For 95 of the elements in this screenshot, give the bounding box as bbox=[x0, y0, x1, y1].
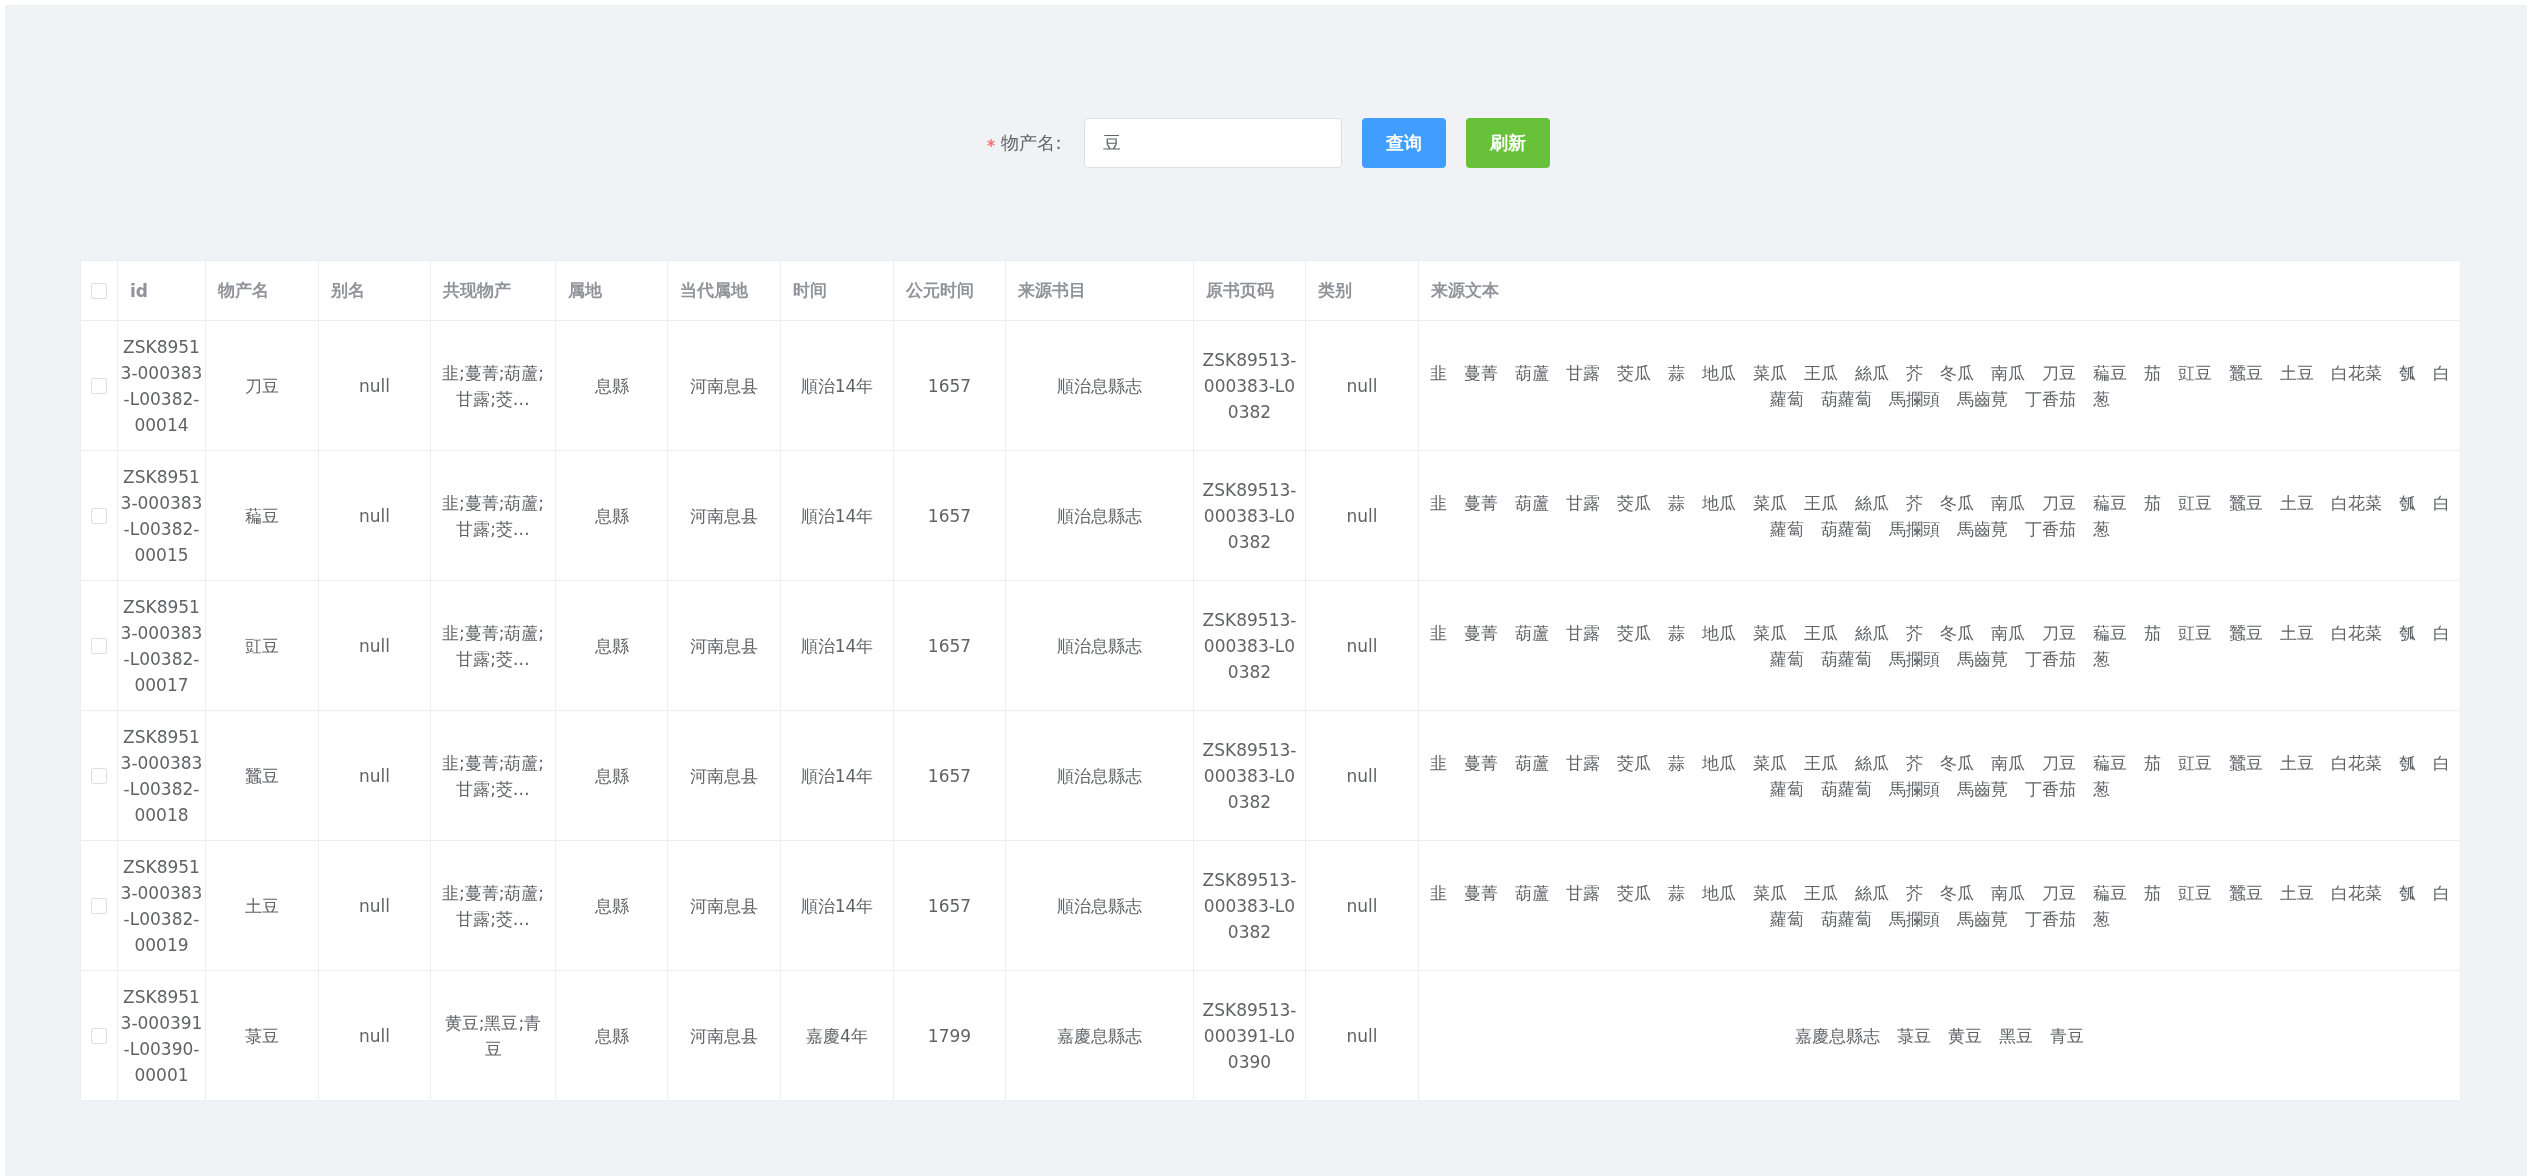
table-cell: 息縣 bbox=[555, 450, 668, 581]
search-field[interactable]: 豆 bbox=[1083, 118, 1342, 168]
table-cell: 韭;蔓菁;葫蘆;甘露;茭… bbox=[430, 710, 556, 841]
table-cell: 1799 bbox=[893, 970, 1006, 1101]
column-header: 类别 bbox=[1305, 260, 1419, 321]
table-cell: 韭 蔓菁 葫蘆 甘露 茭瓜 蒜 地瓜 菜瓜 王瓜 絲瓜 芥 冬瓜 南瓜 刀豆 藊豆 茄 豇豆 蠶豆 土豆 白花菜 瓠 白蘿蔔 葫蘿蔔 馬攔頭 馬齒莧 丁香茄 葱 bbox=[1418, 840, 2461, 971]
table-cell: 韭 蔓菁 葫蘆 甘露 茭瓜 蒜 地瓜 菜瓜 王瓜 絲瓜 芥 冬瓜 南瓜 刀豆 藊豆 茄 豇豆 蠶豆 土豆 白花菜 瓠 白蘿蔔 葫蘿蔔 馬攔頭 馬齒莧 丁香茄 葱 bbox=[1418, 580, 2461, 711]
table-cell: 嘉慶息縣志 菉豆 黄豆 黑豆 青豆 bbox=[1418, 970, 2461, 1101]
column-header: id bbox=[117, 260, 206, 321]
table-cell: ZSK89513-000383-L00382 bbox=[1193, 580, 1306, 711]
table-cell: 順治息縣志 bbox=[1005, 710, 1194, 841]
table-cell: ZSK89513-000391-L00390 bbox=[1193, 970, 1306, 1101]
query-button[interactable]: 查询 bbox=[1361, 118, 1446, 168]
table-cell: ZSK89513-000391-L00390-00001 bbox=[117, 970, 206, 1101]
refresh-button[interactable]: 刷新 bbox=[1465, 118, 1550, 168]
table-cell: null bbox=[1305, 450, 1419, 581]
column-header: 属地 bbox=[555, 260, 668, 321]
table-cell: 韭;蔓菁;葫蘆;甘露;茭… bbox=[430, 840, 556, 971]
column-header: 当代属地 bbox=[667, 260, 781, 321]
column-header: 共现物产 bbox=[430, 260, 556, 321]
table-cell: null bbox=[318, 840, 431, 971]
column-header: 原书页码 bbox=[1193, 260, 1306, 321]
table-cell: 韭;蔓菁;葫蘆;甘露;茭… bbox=[430, 320, 556, 451]
table-cell: 順治息縣志 bbox=[1005, 320, 1194, 451]
table-cell: 刀豆 bbox=[205, 320, 319, 451]
table-cell: ZSK89513-000383-L00382-00014 bbox=[117, 320, 206, 451]
field-label: 物产名: bbox=[1001, 131, 1062, 155]
table-cell: 息縣 bbox=[555, 970, 668, 1101]
row-checkbox[interactable] bbox=[91, 897, 107, 914]
table-cell: ZSK89513-000383-L00382-00015 bbox=[117, 450, 206, 581]
table-cell: 息縣 bbox=[555, 710, 668, 841]
column-header: 别名 bbox=[318, 260, 431, 321]
table-cell: null bbox=[1305, 710, 1419, 841]
table-cell: 韭;蔓菁;葫蘆;甘露;茭… bbox=[430, 450, 556, 581]
table-cell: 順治14年 bbox=[780, 580, 894, 711]
column-header: 时间 bbox=[780, 260, 894, 321]
table-cell: ZSK89513-000383-L00382-00019 bbox=[117, 840, 206, 971]
table-cell: 菉豆 bbox=[205, 970, 319, 1101]
table-cell: 息縣 bbox=[555, 320, 668, 451]
table-cell: ZSK89513-000383-L00382-00018 bbox=[117, 710, 206, 841]
table-cell: 嘉慶息縣志 bbox=[1005, 970, 1194, 1101]
table-cell: 土豆 bbox=[205, 840, 319, 971]
table-cell: 韭 蔓菁 葫蘆 甘露 茭瓜 蒜 地瓜 菜瓜 王瓜 絲瓜 芥 冬瓜 南瓜 刀豆 藊豆 茄 豇豆 蠶豆 土豆 白花菜 瓠 白蘿蔔 葫蘿蔔 馬攔頭 馬齒莧 丁香茄 葱 bbox=[1418, 710, 2461, 841]
row-checkbox[interactable] bbox=[91, 637, 107, 654]
table-cell: null bbox=[1305, 840, 1419, 971]
table-cell: 順治息縣志 bbox=[1005, 840, 1194, 971]
table-cell: null bbox=[318, 970, 431, 1101]
table-cell: null bbox=[1305, 320, 1419, 451]
table-cell: 順治14年 bbox=[780, 840, 894, 971]
table-cell: 1657 bbox=[893, 580, 1006, 711]
table-cell: null bbox=[318, 450, 431, 581]
table-cell: 河南息县 bbox=[667, 710, 781, 841]
table-cell: 藊豆 bbox=[205, 450, 319, 581]
row-checkbox[interactable] bbox=[91, 377, 107, 394]
table-cell: null bbox=[318, 320, 431, 451]
table-cell: 韭;蔓菁;葫蘆;甘露;茭… bbox=[430, 580, 556, 711]
table-cell: null bbox=[318, 710, 431, 841]
table-cell: 1657 bbox=[893, 710, 1006, 841]
table-cell: 1657 bbox=[893, 840, 1006, 971]
table-cell: 嘉慶4年 bbox=[780, 970, 894, 1101]
table-cell: 河南息县 bbox=[667, 450, 781, 581]
table-cell: 順治14年 bbox=[780, 320, 894, 451]
table-cell: ZSK89513-000383-L00382 bbox=[1193, 450, 1306, 581]
table-cell: 蠶豆 bbox=[205, 710, 319, 841]
row-checkbox[interactable] bbox=[91, 767, 107, 784]
table-cell: 1657 bbox=[893, 450, 1006, 581]
table-cell: null bbox=[318, 580, 431, 711]
table-cell: 順治14年 bbox=[780, 450, 894, 581]
column-header: 物产名 bbox=[205, 260, 319, 321]
table-cell: 河南息县 bbox=[667, 840, 781, 971]
table-cell: 河南息县 bbox=[667, 580, 781, 711]
table-cell: 河南息县 bbox=[667, 970, 781, 1101]
column-header: 公元时间 bbox=[893, 260, 1006, 321]
table-cell: 河南息县 bbox=[667, 320, 781, 451]
table-cell: ZSK89513-000383-L00382 bbox=[1193, 320, 1306, 451]
table-cell: ZSK89513-000383-L00382 bbox=[1193, 840, 1306, 971]
table-cell: ZSK89513-000383-L00382-00017 bbox=[117, 580, 206, 711]
table-cell: 韭 蔓菁 葫蘆 甘露 茭瓜 蒜 地瓜 菜瓜 王瓜 絲瓜 芥 冬瓜 南瓜 刀豆 藊豆 茄 豇豆 蠶豆 土豆 白花菜 瓠 白蘿蔔 葫蘿蔔 馬攔頭 馬齒莧 丁香茄 葱 bbox=[1418, 320, 2461, 451]
table-cell: null bbox=[1305, 970, 1419, 1101]
column-header: 来源书目 bbox=[1005, 260, 1194, 321]
table-cell: 韭 蔓菁 葫蘆 甘露 茭瓜 蒜 地瓜 菜瓜 王瓜 絲瓜 芥 冬瓜 南瓜 刀豆 藊豆 茄 豇豆 蠶豆 土豆 白花菜 瓠 白蘿蔔 葫蘿蔔 馬攔頭 馬齒莧 丁香茄 葱 bbox=[1418, 450, 2461, 581]
table-cell: 黄豆;黑豆;青豆 bbox=[430, 970, 556, 1101]
table-cell: 順治息縣志 bbox=[1005, 450, 1194, 581]
table-cell: ZSK89513-000383-L00382 bbox=[1193, 710, 1306, 841]
table-cell: 順治14年 bbox=[780, 710, 894, 841]
table-cell: 息縣 bbox=[555, 580, 668, 711]
column-header: 来源文本 bbox=[1418, 260, 2461, 321]
row-checkbox[interactable] bbox=[91, 1027, 107, 1044]
table-cell: 1657 bbox=[893, 320, 1006, 451]
table-cell: 息縣 bbox=[555, 840, 668, 971]
table-cell: null bbox=[1305, 580, 1419, 711]
table-cell: 順治息縣志 bbox=[1005, 580, 1194, 711]
table-cell: 豇豆 bbox=[205, 580, 319, 711]
row-checkbox[interactable] bbox=[91, 507, 107, 524]
row-checkbox[interactable] bbox=[91, 282, 107, 299]
